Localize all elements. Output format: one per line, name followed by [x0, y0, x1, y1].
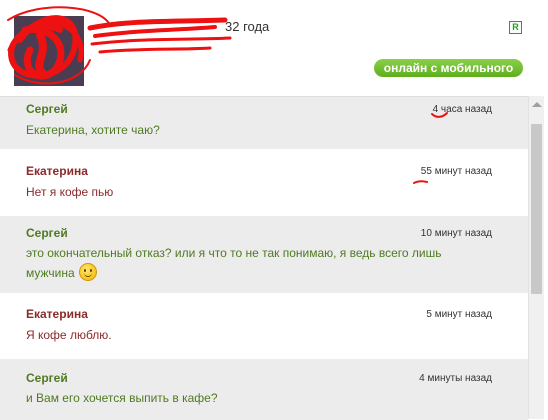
- scrollbar[interactable]: [528, 96, 545, 419]
- message-author[interactable]: Екатерина: [26, 307, 88, 321]
- message-author[interactable]: Сергей: [26, 102, 68, 116]
- message-time: 4 минуты назад: [419, 373, 492, 384]
- message-item: Екатерина 5 минут назад Я кофе люблю.: [0, 293, 528, 359]
- message-text: Екатерина, хотите чаю?: [26, 123, 160, 137]
- message-text: Я кофе люблю.: [26, 328, 112, 342]
- scrollbar-thumb[interactable]: [531, 124, 542, 294]
- red-redaction-scribble: [7, 6, 232, 85]
- message-time: 10 минут назад: [420, 228, 492, 239]
- smiley-icon: [78, 263, 97, 281]
- message-author[interactable]: Сергей: [26, 371, 68, 385]
- message-item: Екатерина 55 минут назад Нет я кофе пью: [0, 149, 528, 216]
- profile-age: 32 года: [225, 19, 270, 34]
- message-text: это окончательный отказ? или я что то не…: [26, 243, 442, 283]
- profile-header: 32 года R онлайн с мобильного: [0, 0, 548, 96]
- message-text-line: это окончательный отказ? или я что то не…: [26, 246, 442, 260]
- r-badge-icon: R: [509, 21, 522, 34]
- message-item: Сергей 4 минуты назад и Вам его хочется …: [0, 359, 528, 420]
- message-thread[interactable]: Сергей 4 часа назад Екатерина, хотите ча…: [0, 96, 528, 420]
- message-item: Сергей 4 часа назад Екатерина, хотите ча…: [0, 97, 528, 149]
- message-text: Нет я кофе пью: [26, 185, 114, 199]
- message-author[interactable]: Сергей: [26, 226, 68, 240]
- message-text-line: мужчина: [26, 266, 75, 280]
- online-status-badge: онлайн с мобильного: [374, 59, 523, 77]
- message-author[interactable]: Екатерина: [26, 164, 88, 178]
- red-underline-mark: [431, 112, 448, 118]
- message-time: 5 минут назад: [426, 309, 492, 320]
- message-text: и Вам его хочется выпить в кафе?: [26, 391, 218, 405]
- scroll-up-arrow-icon[interactable]: [532, 102, 542, 107]
- message-item: Сергей 10 минут назад это окончательный …: [0, 216, 528, 293]
- message-time: 55 минут назад: [420, 166, 492, 177]
- page-edge: [544, 0, 548, 419]
- red-underline-mark: [413, 180, 428, 184]
